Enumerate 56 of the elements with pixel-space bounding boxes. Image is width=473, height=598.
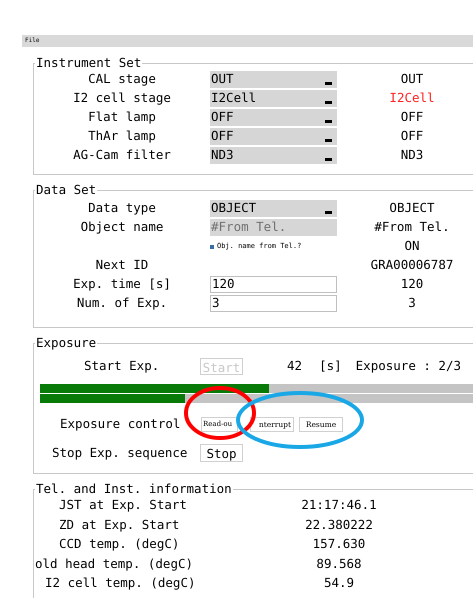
status-value: OFF — [400, 108, 424, 126]
input-field[interactable]: 120 — [210, 276, 337, 293]
field-label: Start Exp. — [84, 356, 160, 375]
status-value: #From Tel. — [373, 218, 451, 236]
field-label: AG-Cam filter — [72, 146, 172, 164]
panel-title: Tel. and Inst. information — [35, 482, 233, 496]
dropdown[interactable]: OFF — [210, 109, 337, 126]
info-value: 22.380222 — [304, 516, 374, 534]
status-value: 120 — [400, 275, 424, 294]
field-label: Next ID — [94, 256, 150, 274]
info-value: 54.9 — [322, 574, 356, 592]
info-value: 21:17:46.1 — [300, 496, 378, 514]
caret-icon — [325, 82, 332, 86]
field-label: ThAr lamp — [87, 127, 157, 146]
status-value: OFF — [400, 127, 424, 146]
panel-title: Data Set — [35, 183, 98, 197]
field-label: Flat lamp — [87, 108, 157, 126]
caret-icon — [325, 158, 332, 162]
info-label: JST at Exp. Start — [58, 496, 188, 514]
field-label: Data type — [87, 199, 157, 218]
caret-icon — [325, 210, 332, 214]
status-value: ON — [403, 237, 421, 256]
unit-label: [s] — [319, 356, 342, 375]
status-value: ND3 — [400, 146, 424, 164]
caret-icon — [325, 100, 332, 104]
dropdown[interactable]: OUT — [210, 71, 337, 88]
dropdown[interactable]: ND3 — [210, 147, 337, 164]
dropdown[interactable]: OFF — [210, 128, 337, 145]
info-value: 89.568 — [315, 554, 363, 573]
status-value: GRA00006787 — [370, 256, 454, 274]
info-value: 157.630 — [312, 535, 366, 554]
stop-button[interactable]: Stop — [200, 444, 243, 462]
caret-icon — [325, 138, 332, 142]
info-label: CCD temp. (degC) — [58, 535, 180, 554]
field-label: Stop Exp. sequence — [52, 444, 188, 462]
field-label: Exp. time [s] — [72, 275, 172, 294]
status-value: OBJECT — [388, 199, 436, 218]
dropdown[interactable]: OBJECT — [210, 200, 337, 217]
status-value: 3 — [407, 294, 417, 312]
status-value: OUT — [400, 70, 424, 88]
field-label: I2 cell stage — [72, 89, 172, 108]
field-label: CAL stage — [87, 70, 157, 88]
caret-icon — [325, 120, 332, 124]
field-label: Exposure control — [60, 414, 182, 433]
field-label: Num. of Exp. — [76, 294, 168, 312]
info-label: I2 cell temp. (degC) — [44, 574, 197, 592]
remaining-time: 42 — [287, 356, 302, 375]
panel-title: Exposure — [35, 336, 98, 350]
exposure-counter: Exposure : 2/3 — [356, 356, 461, 375]
info-label: old head temp. (degC) — [34, 554, 194, 573]
status-value: I2Cell — [388, 89, 436, 108]
info-label: ZD at Exp. Start — [58, 516, 180, 534]
field-label: Object name — [80, 218, 164, 236]
dropdown[interactable]: I2Cell — [210, 90, 337, 107]
panel-title: Instrument Set — [35, 56, 142, 70]
input-field[interactable]: 3 — [210, 295, 337, 312]
